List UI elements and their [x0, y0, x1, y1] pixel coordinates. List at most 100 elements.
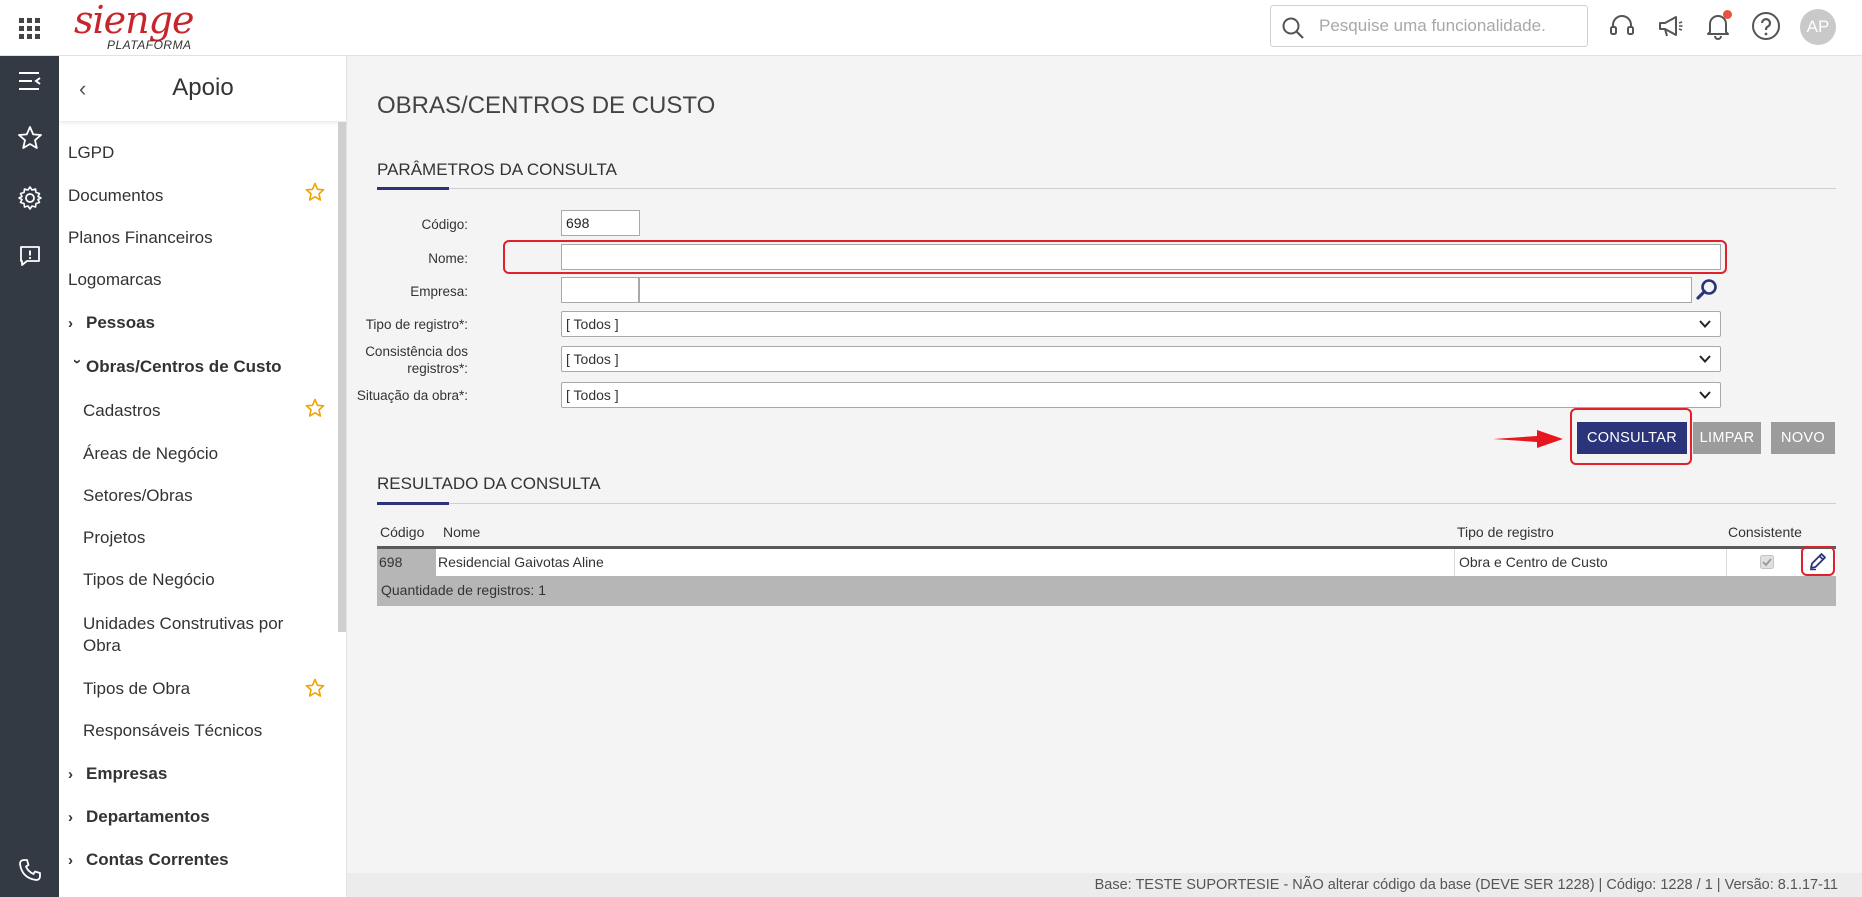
- chevron-right-icon: ›: [68, 852, 73, 869]
- chevron-down-icon: [1699, 355, 1711, 363]
- sidebar-item-logomarcas[interactable]: Logomarcas: [68, 269, 162, 291]
- star-icon: [17, 126, 42, 149]
- sidebar-group-pessoas[interactable]: › Pessoas: [68, 312, 155, 335]
- chevron-down-icon: [1699, 320, 1711, 328]
- col-header-consistente[interactable]: Consistente: [1728, 524, 1802, 540]
- feature-search[interactable]: [1270, 5, 1588, 47]
- sidebar-item-tipos-negocio[interactable]: Tipos de Negócio: [83, 569, 215, 591]
- sidebar-item-documentos[interactable]: Documentos: [68, 185, 163, 207]
- status-bar: Base: TESTE SUPORTESIE - NÃO alterar cód…: [347, 873, 1862, 897]
- consultar-button[interactable]: CONSULTAR: [1577, 422, 1687, 454]
- col-header-codigo[interactable]: Código: [380, 524, 424, 540]
- page-title: OBRAS/CENTROS DE CUSTO: [377, 92, 716, 119]
- sidebar-item-responsaveis-tecnicos[interactable]: Responsáveis Técnicos: [83, 720, 262, 742]
- red-arrow-annotation: [1493, 430, 1563, 448]
- logo-subtitle: PLATAFORMA: [107, 38, 192, 52]
- codigo-label: Código:: [421, 217, 468, 232]
- checkbox-checked-icon: [1760, 555, 1774, 569]
- headset-icon: [1610, 15, 1634, 35]
- feedback-button[interactable]: [0, 232, 59, 280]
- sidebar-item-setores-obras[interactable]: Setores/Obras: [83, 485, 193, 507]
- sidebar-group-label: Obras/Centros de Custo: [86, 357, 282, 376]
- situacao-label: Situação da obra*:: [356, 388, 468, 403]
- sidebar-item-cadastros[interactable]: Cadastros: [83, 400, 160, 422]
- consistencia-label-line: Consistência dos: [365, 344, 468, 359]
- phone-button[interactable]: [0, 846, 59, 894]
- select-value: [ Todos ]: [566, 316, 619, 332]
- sidebar-item-projetos[interactable]: Projetos: [83, 527, 145, 549]
- side-menu-title: Apoio: [172, 74, 234, 101]
- situacao-select[interactable]: [ Todos ]: [561, 382, 1721, 408]
- apps-menu-button[interactable]: [0, 0, 59, 56]
- phone-icon: [18, 859, 41, 881]
- toggle-menu-button[interactable]: [0, 57, 59, 105]
- favorite-star-icon[interactable]: [305, 398, 325, 418]
- chevron-right-icon: ›: [68, 766, 73, 783]
- chevron-down-icon: [1699, 391, 1711, 399]
- sidebar-group-label: Departamentos: [86, 807, 210, 826]
- novo-button[interactable]: NOVO: [1771, 422, 1835, 454]
- col-header-tipo-registro[interactable]: Tipo de registro: [1457, 524, 1554, 540]
- sidebar-group-label: Empresas: [86, 764, 168, 783]
- tipo-registro-select[interactable]: [ Todos ]: [561, 311, 1721, 337]
- cell-nome: Residencial Gaivotas Aline: [436, 549, 1455, 576]
- col-header-nome[interactable]: Nome: [443, 524, 480, 540]
- consistencia-select[interactable]: [ Todos ]: [561, 346, 1721, 372]
- empresa-name-field[interactable]: [639, 277, 1692, 303]
- sienge-logo[interactable]: sienge PLATAFORMA: [70, 0, 210, 56]
- help-button[interactable]: [1750, 10, 1782, 42]
- notifications-button[interactable]: [1702, 10, 1734, 42]
- sidebar-group-departamentos[interactable]: › Departamentos: [68, 806, 210, 829]
- chevron-right-icon: ›: [68, 809, 73, 826]
- sidebar-item-unidades-construtivas[interactable]: Unidades Construtivas por Obra: [83, 613, 283, 657]
- notification-dot: [1723, 10, 1732, 19]
- message-alert-icon: [19, 246, 40, 266]
- codigo-field[interactable]: [561, 210, 640, 236]
- side-menu: ‹ Apoio LGPD Documentos Planos Financeir…: [59, 56, 347, 897]
- consistencia-label: Consistência dos registros*:: [365, 343, 468, 377]
- side-menu-header: ‹ Apoio: [59, 56, 347, 122]
- select-value: [ Todos ]: [566, 387, 619, 403]
- tipo-registro-label: Tipo de registro*:: [365, 317, 468, 332]
- left-rail: [0, 56, 59, 897]
- lookup-search-icon[interactable]: [1695, 278, 1719, 302]
- apps-grid-icon: [19, 17, 40, 39]
- params-section-divider: [377, 187, 1836, 190]
- side-menu-scrollbar[interactable]: [338, 122, 346, 632]
- chevron-down-icon: ›: [69, 359, 86, 364]
- limpar-button[interactable]: LIMPAR: [1693, 422, 1761, 454]
- sidebar-group-obras[interactable]: ›Obras/Centros de Custo: [68, 356, 282, 379]
- settings-button[interactable]: [0, 174, 59, 222]
- sidebar-item-planos-financeiros[interactable]: Planos Financeiros: [68, 227, 213, 249]
- results-section-divider: [377, 502, 1836, 505]
- logo-wordmark: sienge: [74, 0, 194, 42]
- cell-codigo: 698: [377, 549, 436, 576]
- avatar[interactable]: AP: [1800, 9, 1836, 45]
- nome-field[interactable]: [561, 244, 1721, 270]
- support-button[interactable]: [1606, 10, 1638, 42]
- top-header: sienge PLATAFORMA Pesquise uma funcional…: [0, 0, 1862, 56]
- gear-icon: [17, 186, 42, 210]
- sidebar-item-tipos-obra[interactable]: Tipos de Obra: [83, 678, 190, 700]
- sidebar-group-empresas[interactable]: › Empresas: [68, 763, 167, 786]
- sidebar-item-lgpd[interactable]: LGPD: [68, 142, 114, 164]
- table-row[interactable]: 698 Residencial Gaivotas Aline Obra e Ce…: [377, 546, 1836, 576]
- sidebar-item-areas-negocio[interactable]: Áreas de Negócio: [83, 443, 218, 465]
- announcements-button[interactable]: [1654, 10, 1686, 42]
- favorite-star-icon[interactable]: [305, 182, 325, 202]
- edit-pencil-icon[interactable]: [1808, 551, 1828, 571]
- favorites-button[interactable]: [0, 114, 59, 162]
- results-section-title: RESULTADO DA CONSULTA: [377, 474, 601, 493]
- chevron-right-icon: ›: [68, 315, 73, 332]
- select-value: [ Todos ]: [566, 351, 619, 367]
- menu-collapse-icon: [18, 72, 41, 90]
- nome-label: Nome:: [428, 251, 468, 266]
- consistencia-label-line: registros*:: [407, 361, 468, 376]
- favorite-star-icon[interactable]: [305, 678, 325, 698]
- sidebar-item-label: Unidades Construtivas por: [83, 614, 284, 633]
- cell-consistente: [1728, 549, 1800, 576]
- sidebar-group-contas-correntes[interactable]: › Contas Correntes: [68, 849, 229, 872]
- search-input[interactable]: [1319, 14, 1579, 38]
- table-footer-count: Quantidade de registros: 1: [377, 576, 1836, 606]
- empresa-code-field[interactable]: [561, 277, 639, 303]
